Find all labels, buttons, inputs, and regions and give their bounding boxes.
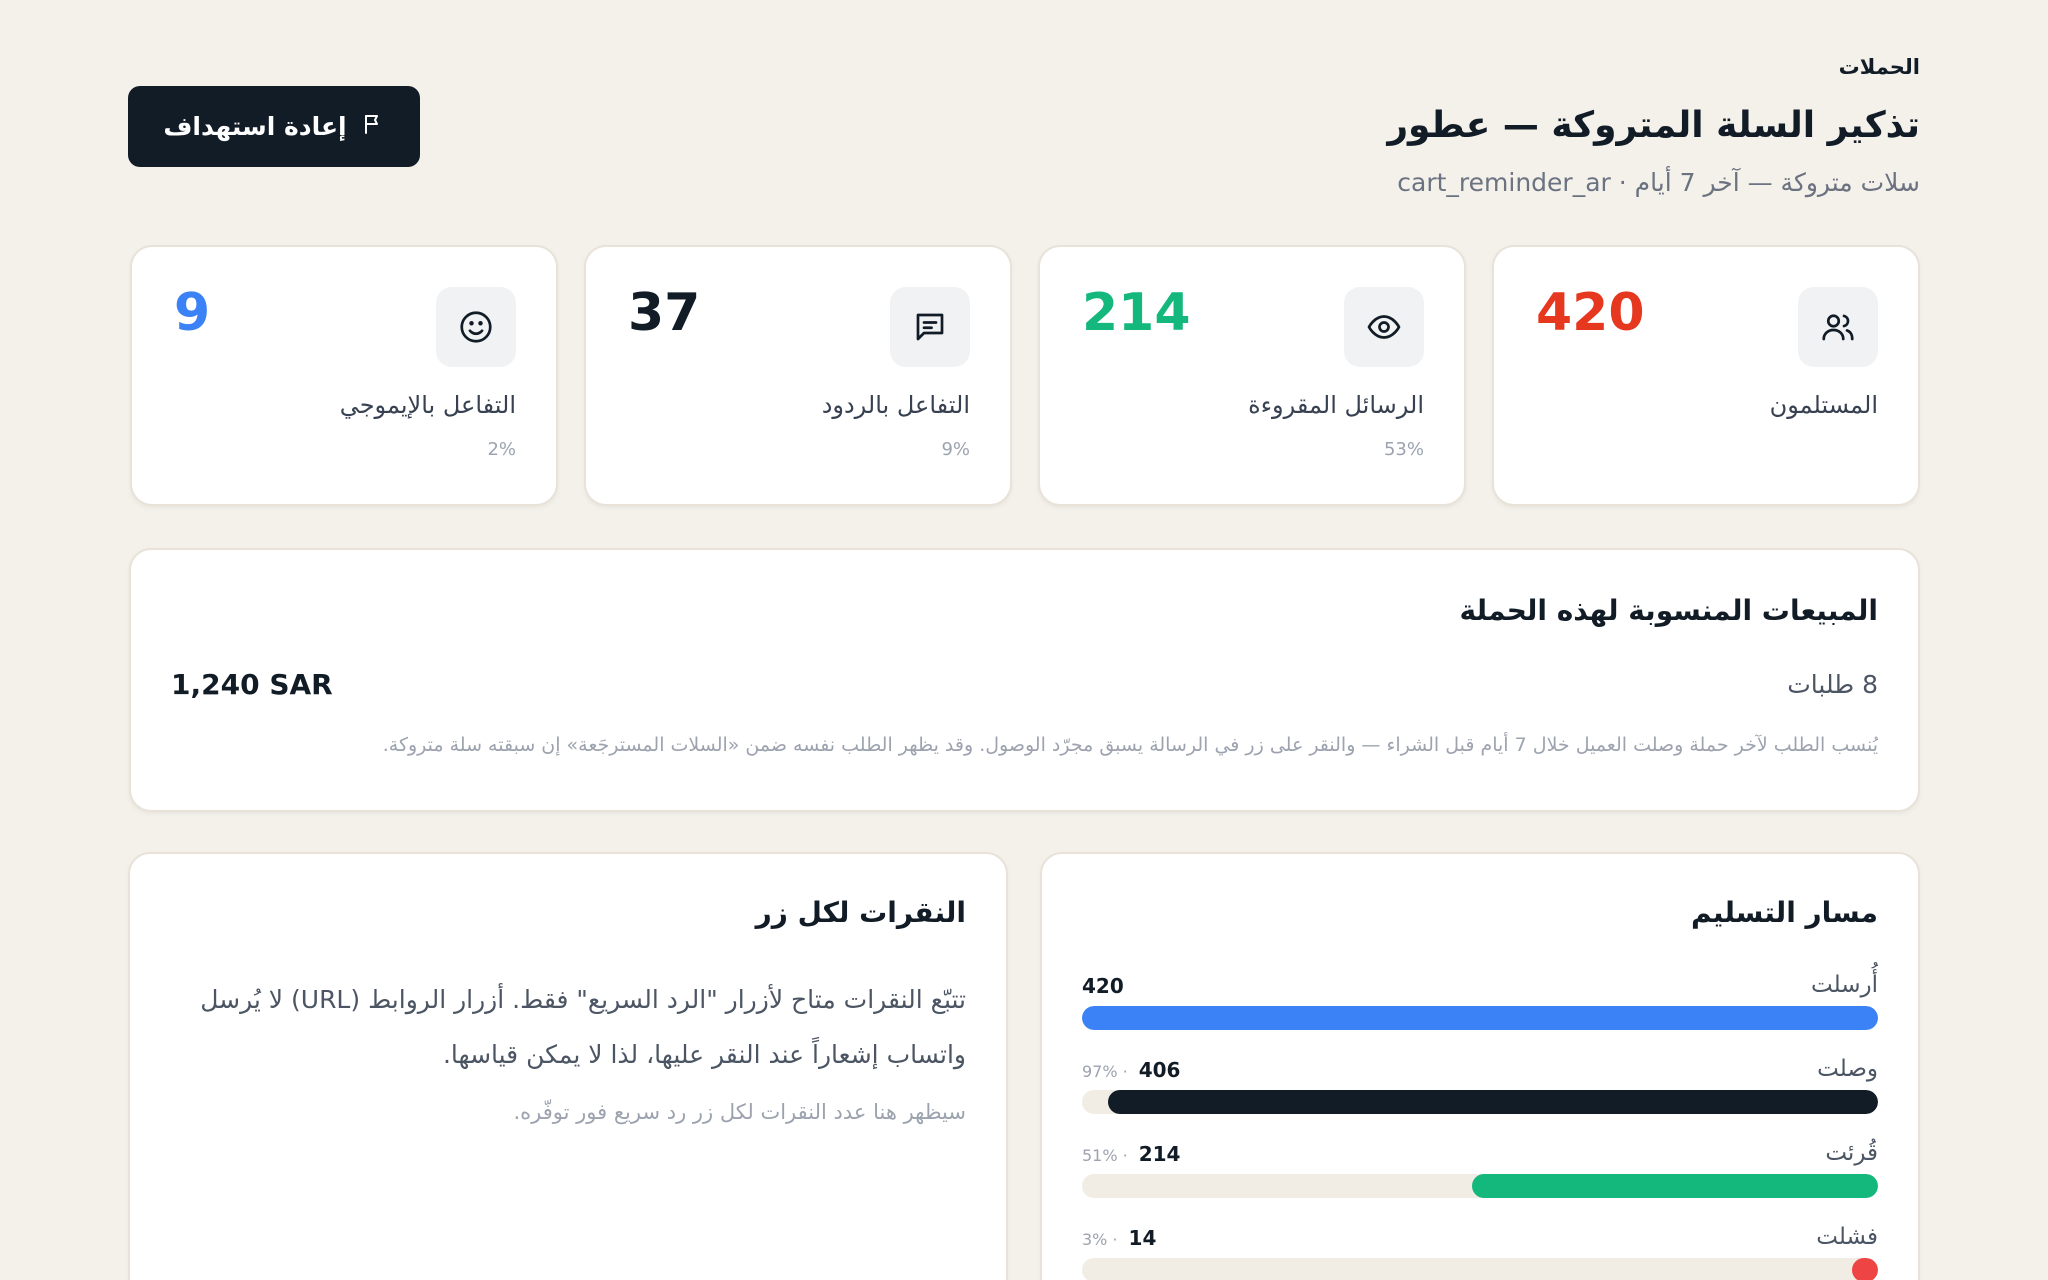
stat-label: التفاعل بالإيموجي xyxy=(339,391,516,419)
stat-card-emoji: 9 التفاعل بالإيموجي 2% xyxy=(130,245,558,506)
stat-label: الرسائل المقروءة xyxy=(1248,391,1424,419)
funnel-percent: · 3% xyxy=(1082,1230,1118,1249)
clicks-description: تتبّع النقرات متاح لأزرار "الرد السريع" … xyxy=(200,985,966,1069)
funnel-percent: · 51% xyxy=(1082,1146,1128,1165)
users-icon xyxy=(1798,287,1878,367)
funnel-row-sent: أُرسلت 420 xyxy=(1082,972,1878,1056)
sales-attribution-note: يُنسب الطلب لآخر حملة وصلت العميل خلال 7… xyxy=(382,734,1878,756)
funnel-count: 214 · 51% xyxy=(1082,1142,1180,1166)
funnel-row-failed: فشلت 14 · 3% xyxy=(1082,1224,1878,1280)
funnel-label: أُرسلت xyxy=(1811,972,1878,998)
funnel-count-value: 14 xyxy=(1128,1226,1157,1250)
stat-percent: 53% xyxy=(1383,439,1424,460)
funnel-track xyxy=(1082,1006,1878,1030)
stat-value: 420 xyxy=(1536,283,1645,343)
funnel-track xyxy=(1082,1258,1878,1280)
stat-value: 37 xyxy=(628,283,701,343)
funnel-bar xyxy=(1472,1174,1878,1198)
sales-orders-count: 8 طلبات xyxy=(1787,670,1878,699)
page-title: تذكير السلة المتروكة — عطور xyxy=(1387,105,1920,146)
funnel-count: 420 xyxy=(1082,974,1124,998)
page-header: الحملات تذكير السلة المتروكة — عطور سلات… xyxy=(1387,55,1920,197)
funnel-row-delivered: وصلت 406 · 97% xyxy=(1082,1056,1878,1140)
delivery-title: مسار التسليم xyxy=(1690,896,1878,929)
delivery-funnel-card: مسار التسليم أُرسلت 420 وصلت 406 · 97% ق… xyxy=(1040,852,1920,1280)
stat-percent: 9% xyxy=(941,439,970,460)
sales-title: المبيعات المنسوبة لهذه الحملة xyxy=(1459,594,1878,627)
retarget-label: إعادة استهداف xyxy=(163,112,347,141)
stat-value: 9 xyxy=(174,283,211,343)
funnel-percent: · 97% xyxy=(1082,1062,1128,1081)
clicks-empty-hint: سيظهر هنا عدد النقرات لكل زر رد سريع فور… xyxy=(513,1100,966,1124)
stat-label: التفاعل بالردود xyxy=(821,391,970,419)
delivery-funnel: أُرسلت 420 وصلت 406 · 97% قُرئت 214 · 51… xyxy=(1082,972,1878,1280)
funnel-count: 14 · 3% xyxy=(1082,1226,1156,1250)
funnel-row-read: قُرئت 214 · 51% xyxy=(1082,1140,1878,1224)
flag-icon xyxy=(361,112,385,142)
funnel-track xyxy=(1082,1090,1878,1114)
stat-value: 214 xyxy=(1082,283,1191,343)
stat-label: المستلمون xyxy=(1769,391,1878,419)
funnel-count-value: 406 xyxy=(1138,1058,1181,1082)
funnel-bar xyxy=(1108,1090,1878,1114)
breadcrumb[interactable]: الحملات xyxy=(1387,55,1920,79)
retarget-button[interactable]: إعادة استهداف xyxy=(128,86,420,167)
button-clicks-card: النقرات لكل زر تتبّع النقرات متاح لأزرار… xyxy=(128,852,1008,1280)
smile-icon xyxy=(436,287,516,367)
chat-icon xyxy=(890,287,970,367)
page-subtitle: سلات متروكة — آخر 7 أيام · cart_reminder… xyxy=(1397,168,1920,197)
attributed-sales-card: المبيعات المنسوبة لهذه الحملة 8 طلبات 1,… xyxy=(129,548,1920,812)
stat-card-read: 214 الرسائل المقروءة 53% xyxy=(1038,245,1466,506)
funnel-track xyxy=(1082,1174,1878,1198)
stat-card-recipients: 420 المستلمون xyxy=(1492,245,1920,506)
funnel-label: فشلت xyxy=(1816,1224,1878,1250)
funnel-label: قُرئت xyxy=(1825,1140,1878,1166)
funnel-count: 406 · 97% xyxy=(1082,1058,1180,1082)
funnel-count-value: 214 xyxy=(1138,1142,1181,1166)
stat-card-replies: 37 التفاعل بالردود 9% xyxy=(584,245,1012,506)
sales-amount: 1,240 SAR xyxy=(171,668,333,701)
funnel-bar xyxy=(1851,1258,1878,1280)
eye-icon xyxy=(1344,287,1424,367)
funnel-count-value: 420 xyxy=(1082,974,1124,998)
stat-percent: 2% xyxy=(487,439,516,460)
clicks-title: النقرات لكل زر xyxy=(755,896,966,929)
campaign-page: الحملات تذكير السلة المتروكة — عطور سلات… xyxy=(0,0,2048,1280)
funnel-label: وصلت xyxy=(1817,1056,1878,1082)
funnel-bar xyxy=(1082,1006,1878,1030)
